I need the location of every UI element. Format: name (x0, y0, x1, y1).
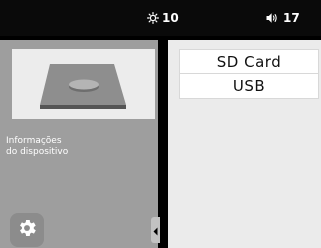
chevron-left-icon (153, 221, 158, 240)
brightness-value: 10 (162, 11, 179, 25)
sun-icon (147, 12, 159, 24)
storage-item-sd-card[interactable]: SD Card (179, 49, 319, 74)
device-info-link[interactable]: Informações do dispositivo (6, 136, 68, 158)
collapse-panel-button[interactable] (151, 217, 160, 243)
volume-indicator[interactable]: 17 (266, 10, 300, 26)
brightness-indicator[interactable]: 10 (147, 10, 179, 26)
settings-button[interactable] (10, 213, 44, 247)
speaker-icon (266, 12, 279, 24)
volume-value: 17 (283, 11, 300, 25)
device-info-line1: Informações (6, 136, 62, 146)
device-image (12, 49, 155, 119)
device-panel: Informações do dispositivo (0, 40, 160, 248)
storage-panel: SD Card USB (168, 40, 321, 248)
gear-icon (16, 217, 38, 243)
device-info-line2: do dispositivo (6, 147, 69, 157)
storage-item-usb[interactable]: USB (179, 74, 319, 99)
status-bar: 10 17 (0, 0, 321, 36)
device-screen: 10 17 Informações do dispositivo SD Card… (0, 0, 321, 248)
storage-source-list: SD Card USB (179, 49, 319, 99)
